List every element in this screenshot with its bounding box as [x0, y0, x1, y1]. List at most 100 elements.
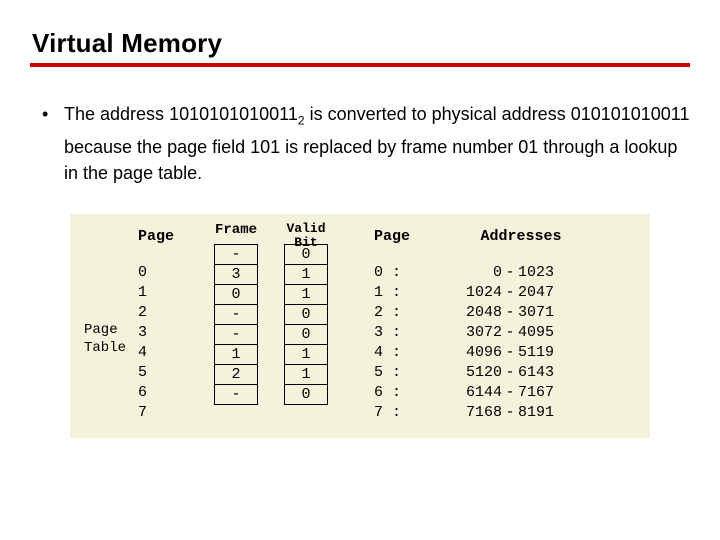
frame-cell: -	[215, 245, 257, 265]
table-row: 5120-6143	[446, 364, 606, 384]
addr-page-idx: 0	[374, 264, 383, 281]
addr-page-idx: 4	[374, 344, 383, 361]
table-row: 0	[138, 264, 208, 284]
colon: :	[392, 304, 401, 321]
frame-cell: -	[215, 325, 257, 345]
table-row: 6 :	[374, 384, 440, 404]
addr-page-idx: 5	[374, 364, 383, 381]
colon: :	[392, 404, 401, 421]
addresses-header: Addresses	[446, 228, 606, 264]
colon: :	[392, 344, 401, 361]
paragraph-text: The address 10101010100112 is converted …	[64, 101, 690, 186]
table-row: 0 :	[374, 264, 440, 284]
valid-bit-column: Valid Bit 0 1 1 0 0 1 1 0	[276, 222, 336, 418]
valid-cell: 1	[285, 365, 327, 385]
dash: -	[502, 364, 518, 384]
frame-cell: 1	[215, 345, 257, 365]
addr-page-idx: 3	[374, 324, 383, 341]
valid-cell: 0	[285, 385, 327, 404]
page-col-header: Page	[138, 228, 208, 264]
page-idx: 7	[138, 404, 147, 421]
table-row: 5	[138, 364, 208, 384]
table-row: 4096-5119	[446, 344, 606, 364]
valid-cell: 0	[285, 245, 327, 265]
table-row: 6144-7167	[446, 384, 606, 404]
dash: -	[502, 324, 518, 344]
title-rule	[30, 63, 690, 67]
dash: -	[502, 264, 518, 284]
frame-cell: 0	[215, 285, 257, 305]
frame-table: - 3 0 - - 1 2 -	[214, 244, 258, 405]
pt-label-1: Page	[84, 321, 138, 339]
colon: :	[392, 384, 401, 401]
table-row: 1	[138, 284, 208, 304]
addr-hi: 3071	[518, 304, 574, 324]
colon: :	[392, 364, 401, 381]
valid-cell: 0	[285, 325, 327, 345]
table-row: 2 :	[374, 304, 440, 324]
table-row: 2	[138, 304, 208, 324]
page-idx: 3	[138, 324, 147, 341]
table-row: 7168-8191	[446, 404, 606, 424]
frame-cell: -	[215, 305, 257, 325]
page-idx: 5	[138, 364, 147, 381]
table-row: 7	[138, 404, 208, 424]
subscript-base: 2	[298, 114, 305, 128]
addr-lo: 2048	[446, 304, 502, 324]
slide: Virtual Memory • The address 10101010100…	[0, 0, 720, 458]
valid-cell: 1	[285, 285, 327, 305]
addr-page-idx: 6	[374, 384, 383, 401]
colon: :	[392, 284, 401, 301]
para-mid: is converted to physical address	[305, 104, 571, 124]
para-pre: The address	[64, 104, 169, 124]
table-row: 6	[138, 384, 208, 404]
para-post: because the page field 101 is replaced b…	[64, 137, 677, 183]
frame-cell: -	[215, 385, 257, 404]
frame-cell: 3	[215, 265, 257, 285]
dash: -	[502, 304, 518, 324]
table-row: 3 :	[374, 324, 440, 344]
addr-hi: 7167	[518, 384, 574, 404]
addr-lo: 0	[446, 264, 502, 284]
addr-hi: 4095	[518, 324, 574, 344]
dash: -	[502, 344, 518, 364]
addr-lo: 6144	[446, 384, 502, 404]
colon: :	[392, 324, 401, 341]
addr-page-idx: 2	[374, 304, 383, 321]
addr-range-column: Addresses 0-1023 1024-2047 2048-3071 307…	[446, 228, 606, 424]
addr-hi: 1023	[518, 264, 574, 284]
pt-label-2: Table	[84, 339, 138, 357]
addr-page-column: Page 0 : 1 : 2 : 3 : 4 : 5 : 6 : 7 :	[374, 228, 440, 424]
page-idx: 2	[138, 304, 147, 321]
addr-lo: 5120	[446, 364, 502, 384]
addresses-block: Page 0 : 1 : 2 : 3 : 4 : 5 : 6 : 7 : Add…	[374, 228, 606, 424]
addr-hi: 8191	[518, 404, 574, 424]
table-row: 4 :	[374, 344, 440, 364]
valid-cell: 0	[285, 305, 327, 325]
addr-lo: 7168	[446, 404, 502, 424]
dash: -	[502, 404, 518, 424]
colon: :	[392, 264, 401, 281]
addr-lo: 3072	[446, 324, 502, 344]
page-idx: 4	[138, 344, 147, 361]
table-row: 5 :	[374, 364, 440, 384]
valid-cell: 1	[285, 265, 327, 285]
table-row: 3	[138, 324, 208, 344]
physical-address: 010101010011	[571, 104, 690, 124]
table-row: 1024-2047	[446, 284, 606, 304]
page-table-figure: Page Table Page 0 1 2 3 4 5 6 7 Frame - …	[70, 214, 650, 438]
page-index-column: Page 0 1 2 3 4 5 6 7	[138, 228, 208, 424]
addr-lo: 4096	[446, 344, 502, 364]
addr-hi: 2047	[518, 284, 574, 304]
valid-cell: 1	[285, 345, 327, 365]
table-row: 3072-4095	[446, 324, 606, 344]
addr-lo: 1024	[446, 284, 502, 304]
table-row: 7 :	[374, 404, 440, 424]
frame-cell: 2	[215, 365, 257, 385]
valid-hdr-1: Valid	[286, 222, 325, 236]
page-table-side-label: Page Table	[84, 228, 138, 424]
table-row: 4	[138, 344, 208, 364]
dash: -	[502, 284, 518, 304]
virtual-address: 1010101010011	[169, 104, 298, 124]
frame-col-header: Frame	[215, 222, 257, 242]
